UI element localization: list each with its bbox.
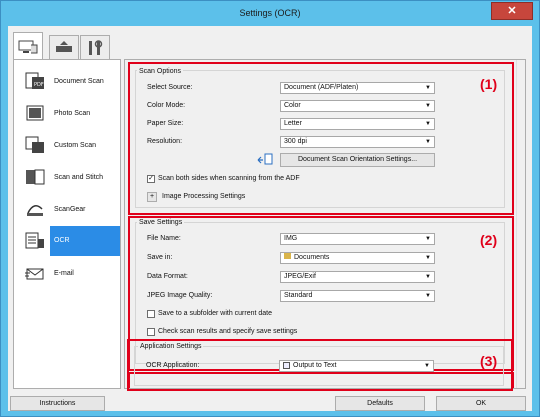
text-output-icon [283,361,290,369]
ocr-application-dropdown[interactable]: Output to Text ▼ [279,360,434,372]
data-format-dropdown[interactable]: JPEG/Exif ▼ [280,271,435,283]
svg-text:PDF: PDF [34,82,44,88]
photo-scan-icon [26,105,44,121]
select-source-dropdown[interactable]: Document (ADF/Platen) ▼ [280,82,435,94]
ocr-application-value: Output to Text [293,362,337,369]
callout-number-3: (3) [480,353,498,369]
subfolder-label: Save to a subfolder with current date [158,310,273,317]
sidebar-item-custom-scan[interactable]: Custom Scan [14,130,120,160]
chevron-down-icon: ▼ [425,121,431,127]
orientation-settings-button[interactable]: Document Scan Orientation Settings... [280,153,435,167]
save-settings-title: Save Settings [137,219,185,226]
computer-scan-icon [18,40,38,54]
color-mode-value: Color [284,102,301,109]
jpeg-quality-label: JPEG Image Quality: [147,292,213,299]
subfolder-checkbox[interactable] [147,310,155,318]
sidebar-item-label: E-mail [54,269,74,277]
sidebar-item-label: OCR [50,226,120,256]
scan-both-sides-checkbox[interactable]: ✓ [147,175,155,183]
sidebar-item-ocr[interactable]: OCR [14,226,120,256]
chevron-down-icon: ▼ [425,103,431,109]
paper-size-label: Paper Size: [147,120,184,127]
paper-size-dropdown[interactable]: Letter ▼ [280,118,435,130]
sidebar-item-scangear[interactable]: ScanGear [14,194,120,224]
sidebar-item-scan-and-stitch[interactable]: Scan and Stitch [14,162,120,192]
chevron-down-icon: ▼ [425,255,431,261]
scan-type-sidebar: PDF Document Scan Photo Scan Custom Scan [13,59,121,389]
paper-size-value: Letter [284,120,302,127]
data-format-value: JPEG/Exif [284,273,316,280]
sidebar-item-label: Custom Scan [54,141,97,149]
color-mode-label: Color Mode: [147,102,186,109]
save-in-value: Documents [294,254,330,261]
orientation-icon [257,153,273,165]
file-name-label: File Name: [147,235,181,242]
callout-number-1: (1) [480,76,498,92]
sidebar-item-label: Photo Scan [54,109,91,117]
select-source-label: Select Source: [147,84,193,91]
scan-options-title: Scan Options [137,68,184,75]
window-title: Settings (OCR) [239,8,301,18]
document-scan-icon: PDF [25,72,44,89]
tab-scan-from-computer[interactable] [13,32,43,61]
callout-number-2: (2) [480,232,498,248]
custom-scan-icon [25,136,44,153]
close-button[interactable]: ✕ [491,2,533,20]
scanner-icon [56,41,72,52]
expand-image-processing-button[interactable]: + [147,192,157,202]
save-in-label: Save in: [147,254,173,261]
check-results-label: Check scan results and specify save sett… [158,328,298,335]
tools-icon [89,40,103,55]
chevron-down-icon: ▼ [425,274,431,280]
folder-icon [284,253,291,259]
application-settings-title: Application Settings [138,343,204,350]
sidebar-item-photo-scan[interactable]: Photo Scan [14,98,120,128]
ok-button[interactable]: OK [436,396,526,411]
chevron-down-icon: ▼ [424,363,430,369]
select-source-value: Document (ADF/Platen) [284,84,359,91]
scangear-icon [27,205,43,216]
resolution-dropdown[interactable]: 300 dpi ▼ [280,136,435,148]
sidebar-item-label: Scan and Stitch [54,173,104,181]
ocr-icon [25,232,44,249]
tab-general-settings[interactable] [80,35,110,60]
file-name-value: IMG [284,235,298,242]
save-in-dropdown[interactable]: Documents ▼ [280,252,435,264]
tab-scan-from-panel[interactable] [49,35,79,60]
ocr-application-label: OCR Application: [146,362,200,369]
sidebar-item-document-scan[interactable]: PDF Document Scan [14,66,120,96]
scan-both-sides-label: Scan both sides when scanning from the A… [158,175,300,182]
data-format-label: Data Format: [147,273,188,280]
panel-scrollbar[interactable] [516,60,525,388]
defaults-button[interactable]: Defaults [335,396,425,411]
sidebar-item-label: ScanGear [54,205,86,213]
jpeg-quality-value: Standard [284,292,313,299]
chevron-down-icon: ▼ [425,236,431,242]
image-processing-label[interactable]: Image Processing Settings [162,193,245,200]
email-icon [25,268,44,280]
chevron-down-icon: ▼ [425,139,431,145]
instructions-button[interactable]: Instructions [10,396,105,411]
stitch-icon [26,169,45,185]
check-results-checkbox[interactable] [147,328,155,336]
settings-window: Settings (OCR) ✕ PDF Document Scan Photo… [0,0,540,417]
chevron-down-icon: ▼ [425,85,431,91]
file-name-combobox[interactable]: IMG ▼ [280,233,435,245]
window-client: PDF Document Scan Photo Scan Custom Scan [8,26,532,411]
color-mode-dropdown[interactable]: Color ▼ [280,100,435,112]
resolution-value: 300 dpi [284,138,307,145]
chevron-down-icon: ▼ [425,293,431,299]
sidebar-item-label: Document Scan [54,77,104,85]
jpeg-quality-dropdown[interactable]: Standard ▼ [280,290,435,302]
sidebar-item-email[interactable]: E-mail [14,258,120,288]
resolution-label: Resolution: [147,138,183,145]
